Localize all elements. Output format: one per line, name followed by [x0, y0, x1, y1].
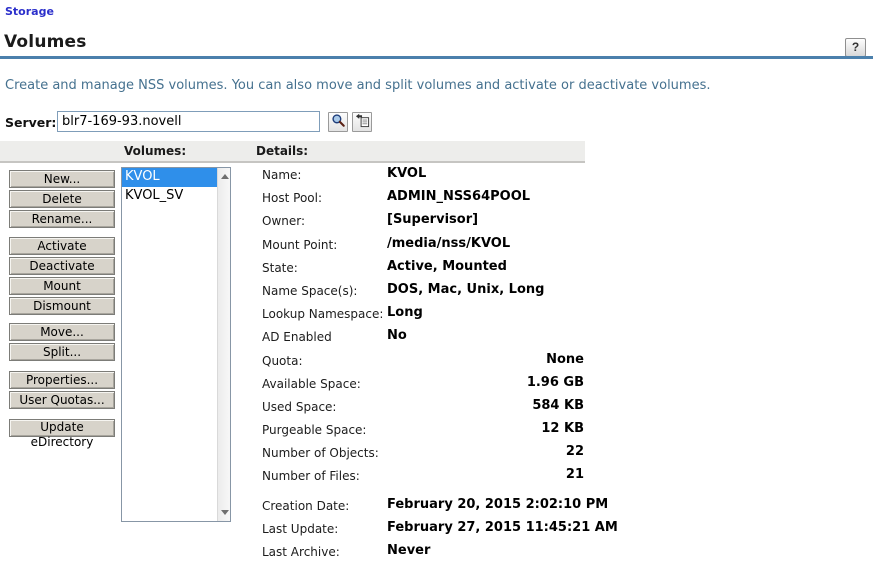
details-row-number-of-files: Number of Files: 21 [262, 467, 584, 484]
properties-button[interactable]: Properties... [9, 371, 115, 389]
details-row-name: Name: KVOL [262, 166, 427, 182]
volumes-panel-label: Volumes: [124, 144, 187, 158]
details-row-host-pool: Host Pool: ADMIN_NSS64POOL [262, 189, 531, 206]
volume-details-panel: Name: KVOL Host Pool: ADMIN_NSS64POOL Ow… [262, 166, 618, 566]
panel-header-band: Volumes: Details: [0, 141, 585, 163]
object-selector-button[interactable] [328, 112, 348, 132]
details-row-creation-date: Creation Date: February 20, 2015 2:02:10… [262, 496, 609, 513]
object-history-button[interactable] [352, 112, 372, 132]
title-divider [0, 56, 873, 59]
user-quotas-button[interactable]: User Quotas... [9, 391, 115, 409]
update-edirectory-button[interactable]: Update eDirectory [9, 419, 115, 449]
object-history-icon [355, 113, 370, 131]
details-row-purgeable-space: Purgeable Space: 12 KB [262, 421, 584, 438]
scroll-up-icon[interactable] [221, 174, 229, 179]
volume-list-item[interactable]: KVOL [122, 168, 217, 187]
volumes-page: Storage Volumes ? Create and manage NSS … [0, 0, 873, 574]
volume-list-item[interactable]: KVOL_SV [122, 187, 217, 206]
activate-button[interactable]: Activate [9, 237, 115, 255]
details-row-quota: Quota: None [262, 351, 584, 368]
volume-actions-toolbar: New... Delete Rename... Activate Deactiv… [9, 170, 115, 449]
split-button[interactable]: Split... [9, 343, 115, 361]
breadcrumb-storage-link[interactable]: Storage [5, 5, 54, 18]
details-row-state: State: Active, Mounted [262, 258, 507, 275]
volumes-listbox: KVOL KVOL_SV [121, 167, 231, 522]
page-description: Create and manage NSS volumes. You can a… [5, 78, 711, 93]
details-row-used-space: Used Space: 584 KB [262, 397, 584, 414]
volumes-list: KVOL KVOL_SV [122, 168, 217, 521]
details-row-lookup-namespace: Lookup Namespace: Long [262, 305, 423, 322]
details-row-last-archive: Last Archive: Never [262, 543, 431, 559]
details-row-last-update: Last Update: February 27, 2015 11:45:21 … [262, 519, 618, 536]
details-row-ad-enabled: AD Enabled No [262, 328, 407, 345]
mount-button[interactable]: Mount [9, 277, 115, 295]
magnifier-icon [331, 113, 346, 131]
server-label: Server: [5, 115, 57, 130]
details-row-available-space: Available Space: 1.96 GB [262, 374, 584, 391]
page-title: Volumes [4, 32, 87, 52]
server-input[interactable] [57, 111, 320, 132]
dismount-button[interactable]: Dismount [9, 297, 115, 315]
rename-button[interactable]: Rename... [9, 210, 115, 228]
move-button[interactable]: Move... [9, 323, 115, 341]
details-row-mount-point: Mount Point: /media/nss/KVOL [262, 235, 511, 252]
help-button[interactable]: ? [845, 38, 866, 57]
new-button[interactable]: New... [9, 170, 115, 188]
details-row-number-of-objects: Number of Objects: 22 [262, 444, 584, 461]
scroll-down-icon[interactable] [221, 510, 229, 515]
deactivate-button[interactable]: Deactivate [9, 257, 115, 275]
details-panel-label: Details: [256, 144, 309, 158]
details-row-name-spaces: Name Space(s): DOS, Mac, Unix, Long [262, 281, 545, 298]
details-row-owner: Owner: [Supervisor] [262, 212, 479, 229]
volumes-list-scrollbar[interactable] [217, 168, 230, 521]
delete-button[interactable]: Delete [9, 190, 115, 208]
